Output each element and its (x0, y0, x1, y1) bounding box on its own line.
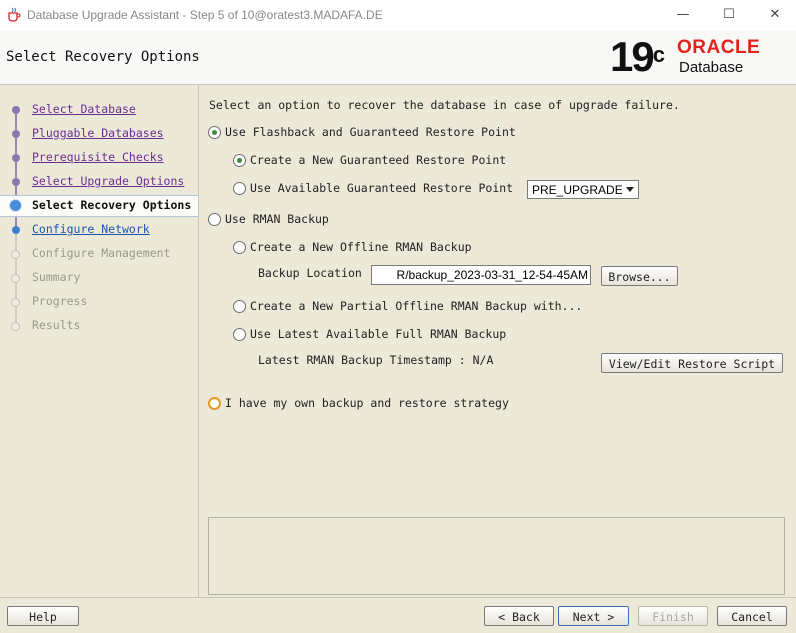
step-done-icon (12, 106, 20, 114)
finish-button: Finish (638, 606, 708, 626)
create-offline-backup-label[interactable]: Create a New Offline RMAN Backup (250, 240, 472, 254)
step-done-icon (12, 178, 20, 186)
minimize-button[interactable]: — (660, 2, 706, 28)
use-latest-backup-label[interactable]: Use Latest Available Full RMAN Backup (250, 327, 506, 341)
page-title: Select Recovery Options (6, 49, 200, 65)
nav-step-label: Pluggable Databases (32, 126, 164, 140)
help-button[interactable]: Help (7, 606, 79, 626)
header-banner: Select Recovery Options 19c ORACLE Datab… (0, 31, 796, 85)
create-partial-backup-label[interactable]: Create a New Partial Offline RMAN Backup… (250, 299, 582, 313)
nav-step-pluggable-databases[interactable]: Pluggable Databases (0, 124, 198, 144)
close-button[interactable]: ✕ (752, 2, 796, 28)
nav-step-summary: Summary (0, 268, 198, 288)
use-latest-backup-radio[interactable] (233, 328, 246, 341)
backup-location-value: R/backup_2023-03-31_12-54-45AM (396, 268, 588, 282)
rman-backup-label[interactable]: Use RMAN Backup (225, 212, 329, 226)
instruction-text: Select an option to recover the database… (209, 98, 680, 112)
oracle-logo: ORACLE (677, 37, 761, 58)
create-restore-point-radio[interactable] (233, 154, 246, 167)
version-logo: 19c (610, 34, 665, 80)
nav-step-label: Progress (32, 294, 88, 308)
own-strategy-radio[interactable] (208, 397, 221, 410)
dropdown-arrow-icon (626, 187, 634, 192)
java-app-icon (8, 7, 21, 22)
nav-step-select-recovery-options[interactable]: Select Recovery Options (0, 195, 198, 217)
step-current-icon (10, 200, 21, 211)
create-offline-backup-radio[interactable] (233, 241, 246, 254)
step-pending-icon (11, 322, 20, 331)
nav-step-label: Summary (32, 270, 81, 284)
title-bar[interactable]: Database Upgrade Assistant - Step 5 of 1… (0, 0, 796, 32)
nav-step-label: Results (32, 318, 81, 332)
nav-step-label: Configure Network (32, 222, 150, 236)
nav-step-select-upgrade-options[interactable]: Select Upgrade Options (0, 172, 198, 192)
nav-step-label: Select Recovery Options (32, 198, 192, 212)
version-number: 19 (610, 33, 655, 80)
maximize-button[interactable]: ☐ (706, 2, 752, 28)
create-partial-backup-radio[interactable] (233, 300, 246, 313)
nav-step-progress: Progress (0, 292, 198, 312)
nav-step-prerequisite-checks[interactable]: Prerequisite Checks (0, 148, 198, 168)
window-title: Database Upgrade Assistant - Step 5 of 1… (27, 8, 383, 22)
view-edit-restore-script-button[interactable]: View/Edit Restore Script (601, 353, 783, 373)
back-button[interactable]: < Back (484, 606, 554, 626)
flashback-radio[interactable] (208, 126, 221, 139)
nav-step-label: Select Database (32, 102, 136, 116)
version-suffix: c (652, 42, 665, 67)
step-done-icon (12, 130, 20, 138)
flashback-label[interactable]: Use Flashback and Guaranteed Restore Poi… (225, 125, 516, 139)
nav-step-results: Results (0, 316, 198, 336)
message-panel (208, 517, 785, 595)
nav-step-label: Configure Management (32, 246, 171, 260)
restore-point-selected: PRE_UPGRADE (532, 183, 623, 197)
restore-point-dropdown[interactable]: PRE_UPGRADE (527, 180, 639, 199)
nav-step-select-database[interactable]: Select Database (0, 100, 198, 120)
next-button[interactable]: Next > (558, 606, 629, 626)
create-restore-point-label[interactable]: Create a New Guaranteed Restore Point (250, 153, 506, 167)
nav-step-label: Prerequisite Checks (32, 150, 164, 164)
step-pending-icon (11, 274, 20, 283)
nav-step-label: Select Upgrade Options (32, 174, 185, 188)
step-next-icon (12, 226, 20, 234)
footer-divider (0, 597, 796, 598)
step-pending-icon (11, 250, 20, 259)
use-available-restore-point-radio[interactable] (233, 182, 246, 195)
product-name: Database (679, 59, 744, 76)
backup-location-label: Backup Location (258, 266, 362, 280)
own-strategy-label[interactable]: I have my own backup and restore strateg… (225, 396, 509, 410)
nav-step-configure-management: Configure Management (0, 244, 198, 264)
step-done-icon (12, 154, 20, 162)
rman-backup-radio[interactable] (208, 213, 221, 226)
browse-button[interactable]: Browse... (601, 266, 678, 286)
backup-location-input[interactable]: R/backup_2023-03-31_12-54-45AM (371, 265, 591, 285)
nav-step-configure-network[interactable]: Configure Network (0, 220, 198, 240)
use-available-restore-point-label[interactable]: Use Available Guaranteed Restore Point (250, 181, 513, 195)
latest-backup-timestamp: Latest RMAN Backup Timestamp : N/A (258, 353, 494, 367)
cancel-button[interactable]: Cancel (717, 606, 787, 626)
step-pending-icon (11, 298, 20, 307)
